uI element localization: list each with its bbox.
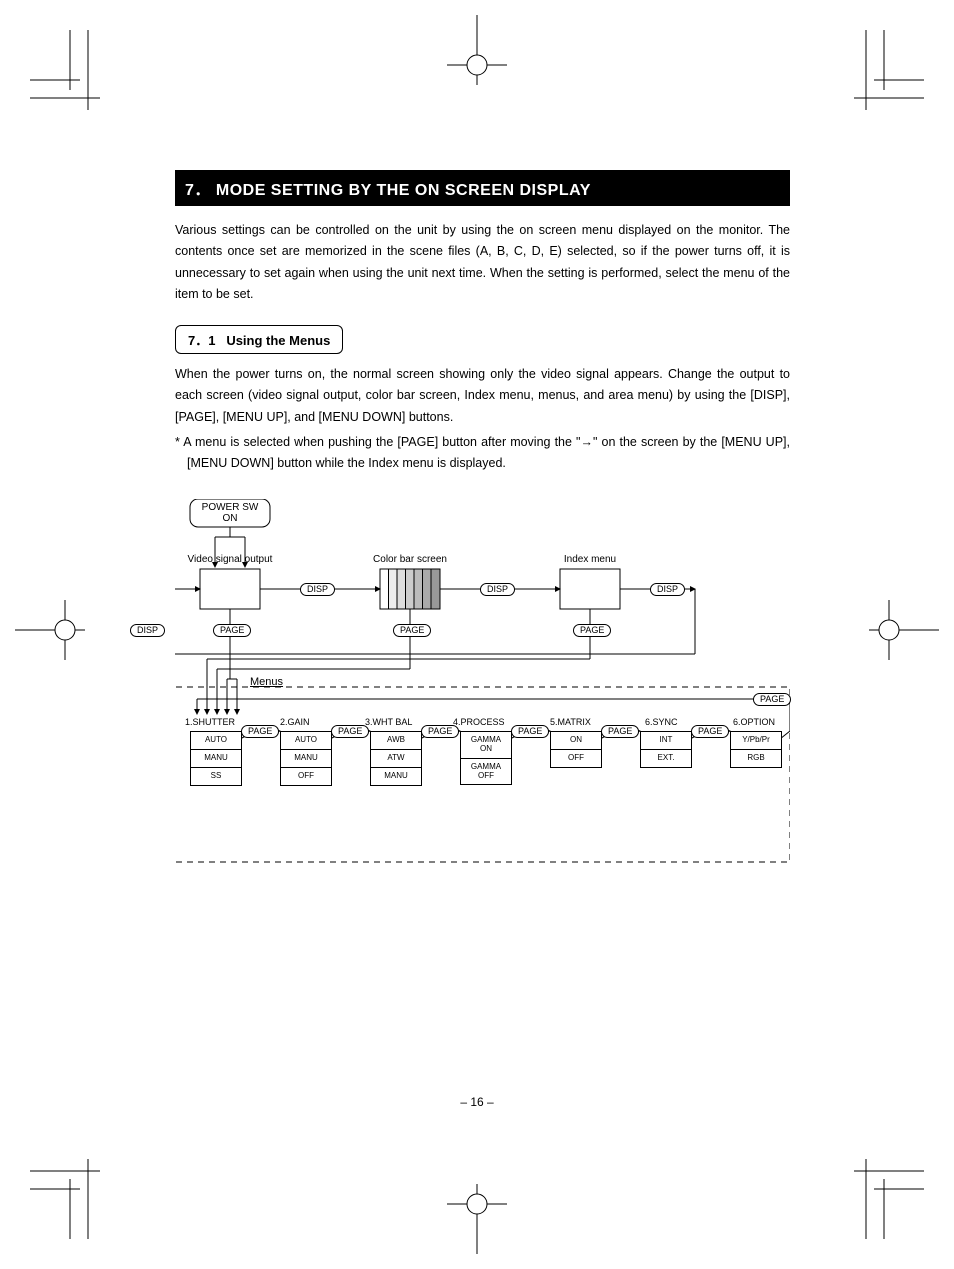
- crop-mark-tr: [834, 30, 924, 120]
- page-number: – 16 –: [0, 1095, 954, 1109]
- menu-box: AUTOMANUSS: [190, 731, 242, 785]
- screen-label-3: Index menu: [535, 554, 645, 565]
- menu-title: 6.OPTION: [733, 717, 775, 727]
- disp-pill: DISP: [480, 583, 515, 596]
- disp-pill: DISP: [300, 583, 335, 596]
- subsection-paragraph: When the power turns on, the normal scre…: [175, 364, 790, 428]
- registration-bottom: [447, 1184, 507, 1254]
- menu-box: Y/Pb/PrRGB: [730, 731, 782, 768]
- power-label: POWER SW ON: [190, 502, 270, 524]
- page-pill: PAGE: [573, 624, 611, 637]
- crop-mark-br: [834, 1149, 924, 1239]
- page-pill: PAGE: [421, 725, 459, 738]
- page-pill: PAGE: [331, 725, 369, 738]
- subsection-number: 7．1: [188, 333, 215, 348]
- crop-mark-tl: [30, 30, 120, 120]
- menu-title: 4.PROCESS: [453, 717, 505, 727]
- disp-pill: DISP: [130, 624, 165, 637]
- menu-title: 5.MATRIX: [550, 717, 591, 727]
- page-pill: PAGE: [213, 624, 251, 637]
- menu-title: 1.SHUTTER: [185, 717, 235, 727]
- menu-title: 3.WHT BAL: [365, 717, 412, 727]
- menu-title: 6.SYNC: [645, 717, 678, 727]
- section-header: 7． MODE SETTING BY THE ON SCREEN DISPLAY: [175, 170, 790, 206]
- menus-label: Menus: [250, 676, 283, 688]
- menu-box: AWBATWMANU: [370, 731, 422, 785]
- crop-mark-bl: [30, 1149, 120, 1239]
- intro-paragraph: Various settings can be controlled on th…: [175, 220, 790, 305]
- flow-diagram: POWER SW ON Video signal output Color ba…: [175, 499, 790, 869]
- subsection-note: * A menu is selected when pushing the [P…: [175, 432, 790, 475]
- registration-right: [869, 600, 939, 660]
- registration-left: [15, 600, 85, 660]
- page-pill: PAGE: [511, 725, 549, 738]
- menu-box: GAMMA ONGAMMA OFF: [460, 731, 512, 785]
- registration-top: [447, 15, 507, 85]
- menu-title: 2.GAIN: [280, 717, 310, 727]
- section-title: MODE SETTING BY THE ON SCREEN DISPLAY: [216, 182, 591, 199]
- screen-label-2: Color bar screen: [355, 554, 465, 565]
- section-number: 7．: [185, 182, 211, 199]
- disp-pill: DISP: [650, 583, 685, 596]
- page-pill: PAGE: [241, 725, 279, 738]
- menu-box: ONOFF: [550, 731, 602, 768]
- subsection-header: 7．1 Using the Menus: [175, 325, 343, 354]
- page-pill: PAGE: [753, 693, 791, 706]
- page-pill: PAGE: [691, 725, 729, 738]
- page-pill: PAGE: [393, 624, 431, 637]
- page-pill: PAGE: [601, 725, 639, 738]
- menu-box: INTEXT.: [640, 731, 692, 768]
- subsection-title: Using the Menus: [226, 333, 330, 348]
- menu-box: AUTOMANUOFF: [280, 731, 332, 785]
- screen-label-1: Video signal output: [175, 554, 285, 565]
